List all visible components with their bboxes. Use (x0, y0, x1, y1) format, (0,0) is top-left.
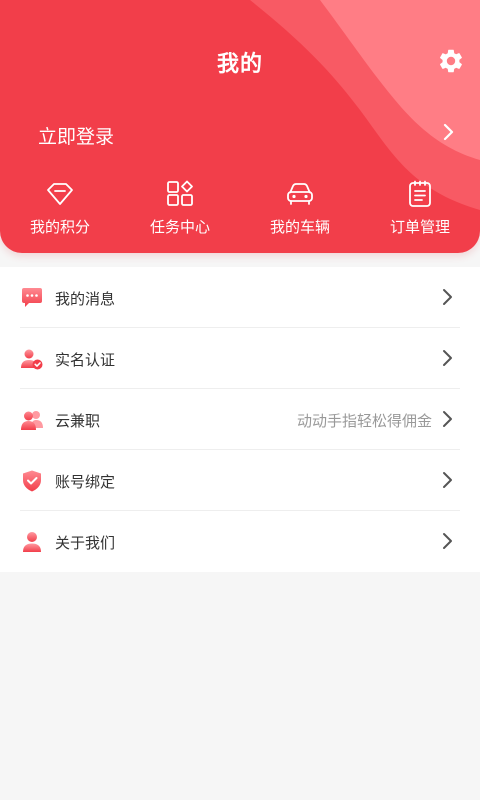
chevron-right-icon (443, 123, 454, 141)
profile-header: 我的 立即登录 我的积分 任务中心 我的车辆 订单管理 (0, 0, 480, 253)
clipboard-icon (409, 180, 431, 207)
quick-action-orders[interactable]: 订单管理 (365, 180, 475, 240)
menu-item-messages[interactable]: 我的消息 (0, 267, 480, 328)
menu-item-hint: 动动手指轻松得佣金 (296, 412, 432, 430)
login-row[interactable]: 立即登录 (38, 120, 458, 152)
diamond-icon (47, 183, 73, 205)
quick-action-label: 订单管理 (389, 218, 450, 236)
menu-item-label: 实名认证 (55, 351, 116, 369)
car-icon (287, 183, 313, 205)
menu-item-label: 云兼职 (55, 412, 101, 430)
menu-item-part-time[interactable]: 云兼职 动动手指轻松得佣金 (0, 389, 480, 450)
shield-check-icon (23, 470, 41, 492)
grid-icon (167, 180, 193, 206)
menu-item-label: 账号绑定 (55, 473, 116, 491)
chevron-right-icon (443, 289, 452, 305)
chevron-right-icon (443, 472, 452, 488)
chevron-right-icon (443, 411, 452, 427)
quick-action-label: 我的车辆 (269, 218, 330, 236)
page-title: 我的 (216, 52, 263, 77)
menu-item-account-binding[interactable]: 账号绑定 (0, 450, 480, 511)
login-label: 立即登录 (38, 126, 115, 148)
gear-icon (440, 49, 462, 73)
menu-item-label: 我的消息 (55, 290, 116, 308)
chevron-right-icon (443, 533, 452, 549)
person-icon (23, 532, 41, 552)
settings-button[interactable] (437, 47, 465, 75)
users-icon (21, 411, 43, 430)
chevron-right-icon (443, 350, 452, 366)
menu-item-verification[interactable]: 实名认证 (0, 328, 480, 389)
menu-list: 我的消息 实名认证 云兼职 动动手指轻松得佣金 账号绑定 关于我们 (0, 267, 480, 572)
quick-action-vehicle[interactable]: 我的车辆 (245, 180, 355, 240)
menu-item-label: 关于我们 (55, 534, 116, 552)
quick-action-label: 任务中心 (149, 218, 210, 236)
quick-action-label: 我的积分 (29, 218, 90, 236)
menu-item-about[interactable]: 关于我们 (0, 511, 480, 572)
quick-action-points[interactable]: 我的积分 (5, 180, 115, 240)
verify-user-icon (21, 349, 43, 370)
quick-action-tasks[interactable]: 任务中心 (125, 180, 235, 240)
message-icon (22, 288, 42, 307)
